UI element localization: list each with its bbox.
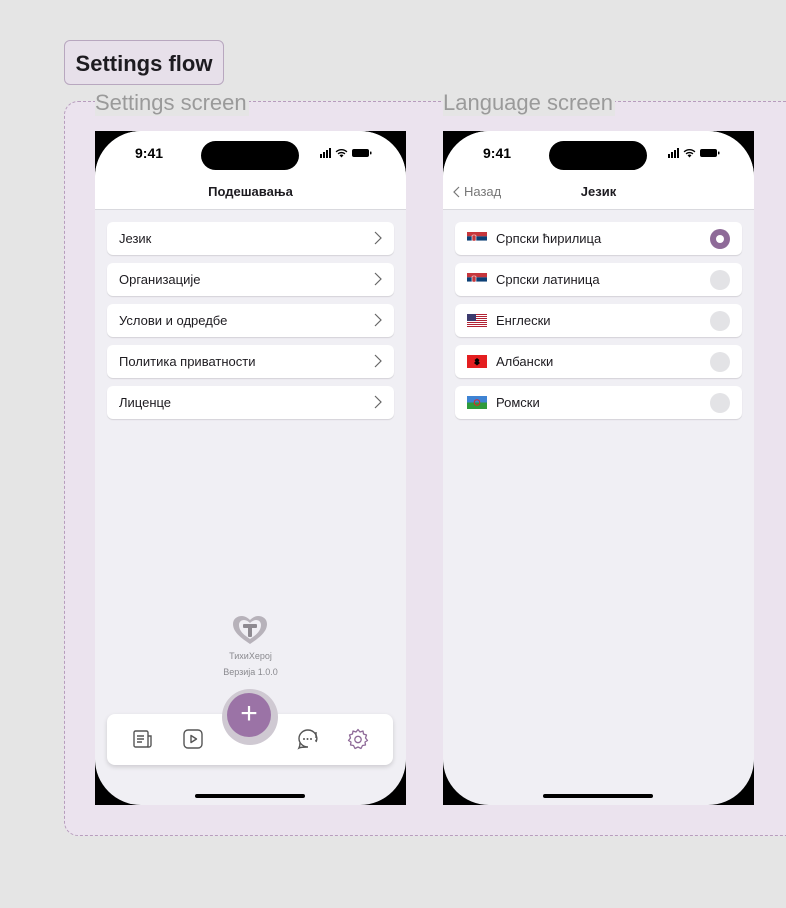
dynamic-island <box>549 141 647 170</box>
settings-item-label: Лиценце <box>119 395 172 410</box>
app-name: ТихиХерој <box>229 651 272 661</box>
status-time: 9:41 <box>483 145 512 161</box>
language-label: Албански <box>496 354 554 369</box>
settings-item-privacy[interactable]: Политика приватности <box>107 345 394 378</box>
app-logo-icon <box>233 616 267 644</box>
settings-item-label: Језик <box>119 231 152 246</box>
add-button[interactable]: + <box>227 693 271 737</box>
signal-icon <box>320 148 331 158</box>
settings-list: Језик Организације Услови и одредбе Поли… <box>107 222 394 427</box>
settings-item-organizations[interactable]: Организације <box>107 263 394 296</box>
language-screen: 9:41 Назад Језик Српски ћирилица Српски … <box>443 131 754 805</box>
serbia-flag-icon <box>467 232 487 245</box>
status-icons <box>668 148 720 158</box>
nav-bar: Подешавања <box>95 181 406 210</box>
language-option-romani[interactable]: Ромски <box>455 386 742 419</box>
status-bar: 9:41 <box>95 131 406 181</box>
settings-item-label: Организације <box>119 272 201 287</box>
page-title: Подешавања <box>208 184 293 199</box>
home-indicator[interactable] <box>195 794 305 798</box>
settings-phone-frame: 9:41 Подешавања Језик Организације Услов… <box>95 131 406 805</box>
dynamic-island <box>201 141 299 170</box>
status-icons <box>320 148 372 158</box>
romani-flag-icon <box>467 396 487 409</box>
video-icon[interactable] <box>182 728 204 750</box>
language-option-serbian-latin[interactable]: Српски латиница <box>455 263 742 296</box>
language-screen-label: Language screen <box>443 90 616 116</box>
settings-item-terms[interactable]: Услови и одредбе <box>107 304 394 337</box>
radio-unselected[interactable] <box>710 311 730 331</box>
language-label: Српски латиница <box>496 272 600 287</box>
chevron-right-icon <box>374 354 382 368</box>
settings-item-label: Услови и одредбе <box>119 313 228 328</box>
radio-unselected[interactable] <box>710 270 730 290</box>
home-indicator[interactable] <box>543 794 653 798</box>
radio-unselected[interactable] <box>710 393 730 413</box>
app-version: Верзија 1.0.0 <box>223 667 278 677</box>
chat-icon[interactable] <box>296 728 320 750</box>
albania-flag-icon <box>467 355 487 368</box>
language-option-english[interactable]: Енглески <box>455 304 742 337</box>
language-list: Српски ћирилица Српски латиница Енглески <box>455 222 742 427</box>
settings-gear-icon[interactable] <box>347 728 369 750</box>
usa-flag-icon <box>467 314 487 327</box>
battery-icon <box>700 149 720 157</box>
language-label: Енглески <box>496 313 551 328</box>
battery-icon <box>352 149 372 157</box>
language-label: Ромски <box>496 395 540 410</box>
signal-icon <box>668 148 679 158</box>
chevron-right-icon <box>374 313 382 327</box>
chevron-right-icon <box>374 231 382 245</box>
language-label: Српски ћирилица <box>496 231 602 246</box>
settings-screen-label: Settings screen <box>95 90 249 116</box>
radio-unselected[interactable] <box>710 352 730 372</box>
fab-backdrop: + <box>222 689 278 745</box>
settings-item-licenses[interactable]: Лиценце <box>107 386 394 419</box>
radio-selected[interactable] <box>710 229 730 249</box>
flow-title: Settings flow <box>64 40 224 85</box>
language-option-albanian[interactable]: Албански <box>455 345 742 378</box>
status-time: 9:41 <box>135 145 164 161</box>
nav-bar: Назад Језик <box>443 181 754 210</box>
page-title: Језик <box>580 184 617 199</box>
settings-item-label: Политика приватности <box>119 354 256 369</box>
wifi-icon <box>683 149 696 158</box>
settings-item-language[interactable]: Језик <box>107 222 394 255</box>
language-option-serbian-cyrillic[interactable]: Српски ћирилица <box>455 222 742 255</box>
serbia-flag-icon <box>467 273 487 286</box>
wifi-icon <box>335 149 348 158</box>
chevron-right-icon <box>374 272 382 286</box>
news-icon[interactable] <box>132 728 154 750</box>
language-phone-frame: 9:41 Назад Језик Српски ћирилица Српски … <box>443 131 754 805</box>
chevron-right-icon <box>374 395 382 409</box>
status-bar: 9:41 <box>443 131 754 181</box>
settings-screen: 9:41 Подешавања Језик Организације Услов… <box>95 131 406 805</box>
